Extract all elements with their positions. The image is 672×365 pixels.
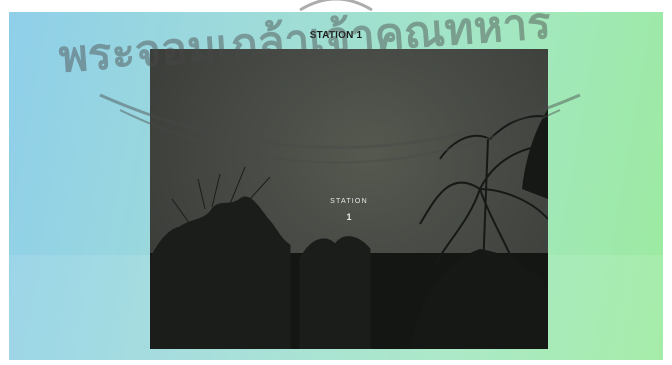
station-title: STATION 1 — [309, 30, 363, 41]
overlay-station-number: 1 — [346, 212, 352, 222]
overlay-station-word: STATION — [330, 198, 368, 205]
station-panel: STATION 1 STATION 1 — [9, 12, 663, 360]
camera-view[interactable]: STATION 1 — [150, 49, 548, 349]
